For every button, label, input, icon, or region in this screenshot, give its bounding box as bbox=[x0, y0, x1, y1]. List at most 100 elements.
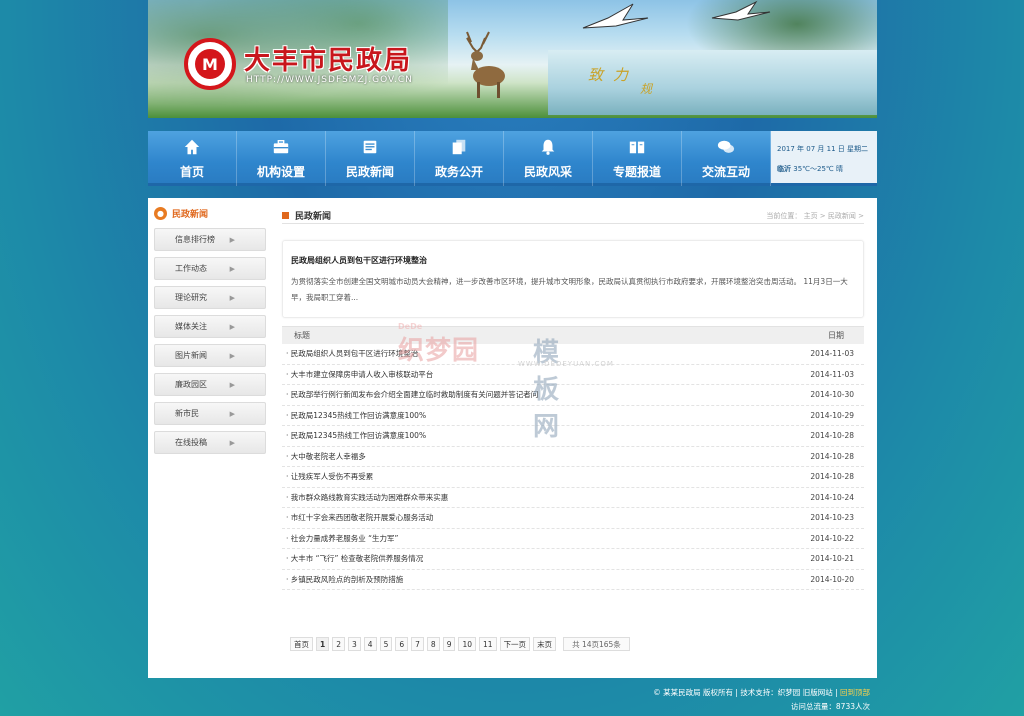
footer: © 某某民政局 版权所有 | 技术支持：织梦园 旧版网站 | 回到顶部 访问总流… bbox=[148, 686, 870, 714]
chevron-right-icon: ▶ bbox=[229, 380, 235, 389]
sidebar-item-label: 廉政园区 bbox=[175, 380, 207, 389]
site-logo[interactable]: M bbox=[184, 38, 236, 90]
pager-page[interactable]: 6 bbox=[395, 637, 409, 651]
main-panel: ● 民政新闻 信息排行榜 ▶ 工作动态 ▶ 理论研究 ▶ 媒体关注 ▶ 图片新闻 ▶ 廉政… bbox=[148, 198, 877, 678]
pager-page[interactable]: 1 bbox=[316, 637, 330, 651]
chevron-right-icon: ▶ bbox=[229, 293, 235, 302]
pagination: 首页 1 2 3 4 5 6 7 8 9 10 11 下一页 末页共 14页165条 bbox=[290, 637, 864, 651]
featured-article: 民政局组织人员到包干区进行环境整治 为贯彻落实全市创建全国文明城市动员大会精神，… bbox=[282, 240, 864, 318]
pager-next[interactable]: 下一页 bbox=[499, 637, 531, 651]
book-icon bbox=[629, 141, 645, 153]
header-banner: M 大丰市民政局 HTTP://WWW.JSDFSMZJ.GOV.CN 致力 规 bbox=[148, 0, 877, 118]
news-title-link[interactable]: · 乡镇民政风险点的剖析及预防措施 bbox=[286, 574, 403, 585]
pager-page[interactable]: 10 bbox=[458, 637, 477, 651]
sidebar-item-citizens[interactable]: 新市民 ▶ bbox=[154, 402, 266, 425]
news-title-link[interactable]: · 我市群众路线教育实践活动为困难群众带来实惠 bbox=[286, 492, 448, 503]
pager-page[interactable]: 2 bbox=[332, 637, 345, 651]
person-icon: ● bbox=[154, 206, 167, 220]
breadcrumb[interactable]: 当前位置： 主页 > 民政新闻 > bbox=[766, 211, 864, 221]
news-title-link[interactable]: · 社会力量成养老服务业 “生力军” bbox=[286, 533, 398, 544]
weather-city: 临沂 bbox=[777, 165, 791, 173]
nav-label: 民政风采 bbox=[523, 164, 572, 179]
news-date: 2014-10-20 bbox=[810, 574, 854, 584]
news-title-link[interactable]: · 大中敬老院老人幸福多 bbox=[286, 451, 366, 462]
pager-page[interactable]: 11 bbox=[479, 637, 497, 651]
pager-page[interactable]: 8 bbox=[426, 637, 440, 651]
current-date: 2017 年 07 月 11 日 星期二 bbox=[777, 145, 868, 153]
chevron-right-icon: ▶ bbox=[229, 351, 235, 360]
news-title-link[interactable]: · 民政局12345热线工作回访满意度100% bbox=[286, 410, 426, 421]
column-date: 日期 bbox=[828, 331, 844, 340]
footer-support[interactable]: 技术支持：织梦园 bbox=[740, 688, 800, 697]
pager-page[interactable]: 7 bbox=[411, 637, 424, 651]
nav-label: 机构设置 bbox=[256, 164, 305, 179]
chevron-right-icon: ▶ bbox=[229, 409, 235, 418]
news-title-link[interactable]: · 大丰市 “飞行” 检查敬老院供养服务情况 bbox=[286, 553, 423, 564]
documents-icon bbox=[452, 139, 466, 154]
nav-item-special[interactable]: 专题报道 bbox=[593, 131, 682, 186]
news-date: 2014-10-24 bbox=[810, 492, 854, 502]
weather-info: 临沂 35℃～25℃ 晴 bbox=[777, 159, 877, 179]
table-header: 标题 日期 bbox=[282, 326, 864, 344]
nav-item-organization[interactable]: 机构设置 bbox=[237, 131, 326, 186]
sidebar-item-photos[interactable]: 图片新闻 ▶ bbox=[154, 344, 266, 367]
news-title-link[interactable]: · 民政部举行例行新闻发布会介绍全面建立临时救助制度有关问题并答记者问 bbox=[286, 389, 538, 400]
news-title-link[interactable]: · 民政局12345热线工作回访满意度100% bbox=[286, 430, 426, 441]
footer-copyright: © 某某民政局 版权所有 bbox=[653, 688, 734, 697]
sidebar-item-media[interactable]: 媒体关注 ▶ bbox=[154, 315, 266, 338]
sidebar-item-work[interactable]: 工作动态 ▶ bbox=[154, 257, 266, 280]
pager-page[interactable]: 5 bbox=[379, 637, 393, 651]
pager-page[interactable]: 9 bbox=[442, 637, 456, 651]
nav-item-interact[interactable]: 交流互动 bbox=[682, 131, 771, 186]
table-row: · 乡镇民政风险点的剖析及预防措施 2014-10-20 bbox=[282, 570, 864, 590]
news-title-link[interactable]: · 市红十字会来西团敬老院开展爱心服务活动 bbox=[286, 512, 433, 523]
table-row: · 大丰市 “飞行” 检查敬老院供养服务情况 2014-10-21 bbox=[282, 549, 864, 570]
banner-slogan: 致力 bbox=[588, 66, 639, 84]
news-date: 2014-10-23 bbox=[810, 513, 854, 523]
news-title-link[interactable]: · 让残疾军人受伤不再受累 bbox=[286, 471, 373, 482]
news-title-link[interactable]: · 大丰市建立保障房申请人收入审核联动平台 bbox=[286, 369, 433, 380]
footer-old-site[interactable]: 旧版网站 bbox=[803, 688, 833, 697]
sidebar-item-label: 媒体关注 bbox=[175, 322, 207, 331]
back-to-top-link[interactable]: 回到顶部 bbox=[840, 688, 870, 697]
pager-page[interactable]: 3 bbox=[348, 637, 361, 651]
news-date: 2014-10-29 bbox=[810, 410, 854, 420]
content-area: 民政新闻 当前位置： 主页 > 民政新闻 > 民政局组织人员到包干区进行环境整治… bbox=[282, 208, 864, 651]
nav-item-home[interactable]: 首页 bbox=[148, 131, 237, 186]
sidebar: ● 民政新闻 信息排行榜 ▶ 工作动态 ▶ 理论研究 ▶ 媒体关注 ▶ 图片新闻 ▶ 廉政… bbox=[154, 204, 266, 460]
chevron-right-icon: ▶ bbox=[229, 438, 235, 447]
pager-info: 共 14页165条 bbox=[563, 637, 630, 651]
sidebar-item-ranking[interactable]: 信息排行榜 ▶ bbox=[154, 228, 266, 251]
pager-page[interactable]: 4 bbox=[363, 637, 377, 651]
footer-visits: 访问总流量：8733人次 bbox=[790, 702, 870, 711]
banner-slogan-2: 规 bbox=[640, 82, 653, 96]
news-date: 2014-10-28 bbox=[810, 431, 854, 441]
crane-icon bbox=[582, 3, 649, 29]
pager-first[interactable]: 首页 bbox=[290, 637, 313, 651]
chevron-right-icon: ▶ bbox=[229, 235, 235, 244]
table-row: · 大中敬老院老人幸福多 2014-10-28 bbox=[282, 447, 864, 467]
news-title-link[interactable]: · 民政局组织人员到包干区进行环境整治 bbox=[286, 348, 418, 359]
featured-title[interactable]: 民政局组织人员到包干区进行环境整治 bbox=[291, 255, 855, 266]
news-date: 2014-10-30 bbox=[810, 390, 854, 400]
nav-item-affairs[interactable]: 政务公开 bbox=[415, 131, 504, 186]
chevron-right-icon: ▶ bbox=[229, 264, 235, 273]
nav-item-news[interactable]: 民政新闻 bbox=[326, 131, 415, 186]
footer-line-1: © 某某民政局 版权所有 | 技术支持：织梦园 旧版网站 | 回到顶部 bbox=[653, 688, 870, 697]
news-date: 2014-10-22 bbox=[810, 533, 854, 543]
date-weather-panel: 2017 年 07 月 11 日 星期二 临沂 35℃～25℃ 晴 bbox=[771, 131, 877, 183]
pager-last[interactable]: 末页 bbox=[533, 637, 557, 651]
sidebar-item-label: 理论研究 bbox=[175, 293, 207, 302]
news-date: 2014-10-21 bbox=[810, 554, 854, 564]
section-title: 民政新闻 bbox=[295, 212, 332, 222]
sidebar-item-submit[interactable]: 在线投稿 ▶ bbox=[154, 431, 266, 454]
column-title: 标题 bbox=[294, 331, 310, 340]
table-row: · 大丰市建立保障房申请人收入审核联动平台 2014-11-03 bbox=[282, 365, 864, 385]
table-row: · 民政局12345热线工作回访满意度100% 2014-10-29 bbox=[282, 406, 864, 426]
nav-item-showcase[interactable]: 民政风采 bbox=[504, 131, 593, 186]
site-title: 大丰市民政局 bbox=[244, 46, 413, 76]
sidebar-item-integrity[interactable]: 廉政园区 ▶ bbox=[154, 373, 266, 396]
sidebar-item-label: 工作动态 bbox=[175, 264, 207, 273]
weather-temp: 35℃～25℃ 晴 bbox=[793, 165, 843, 173]
sidebar-item-theory[interactable]: 理论研究 ▶ bbox=[154, 286, 266, 309]
